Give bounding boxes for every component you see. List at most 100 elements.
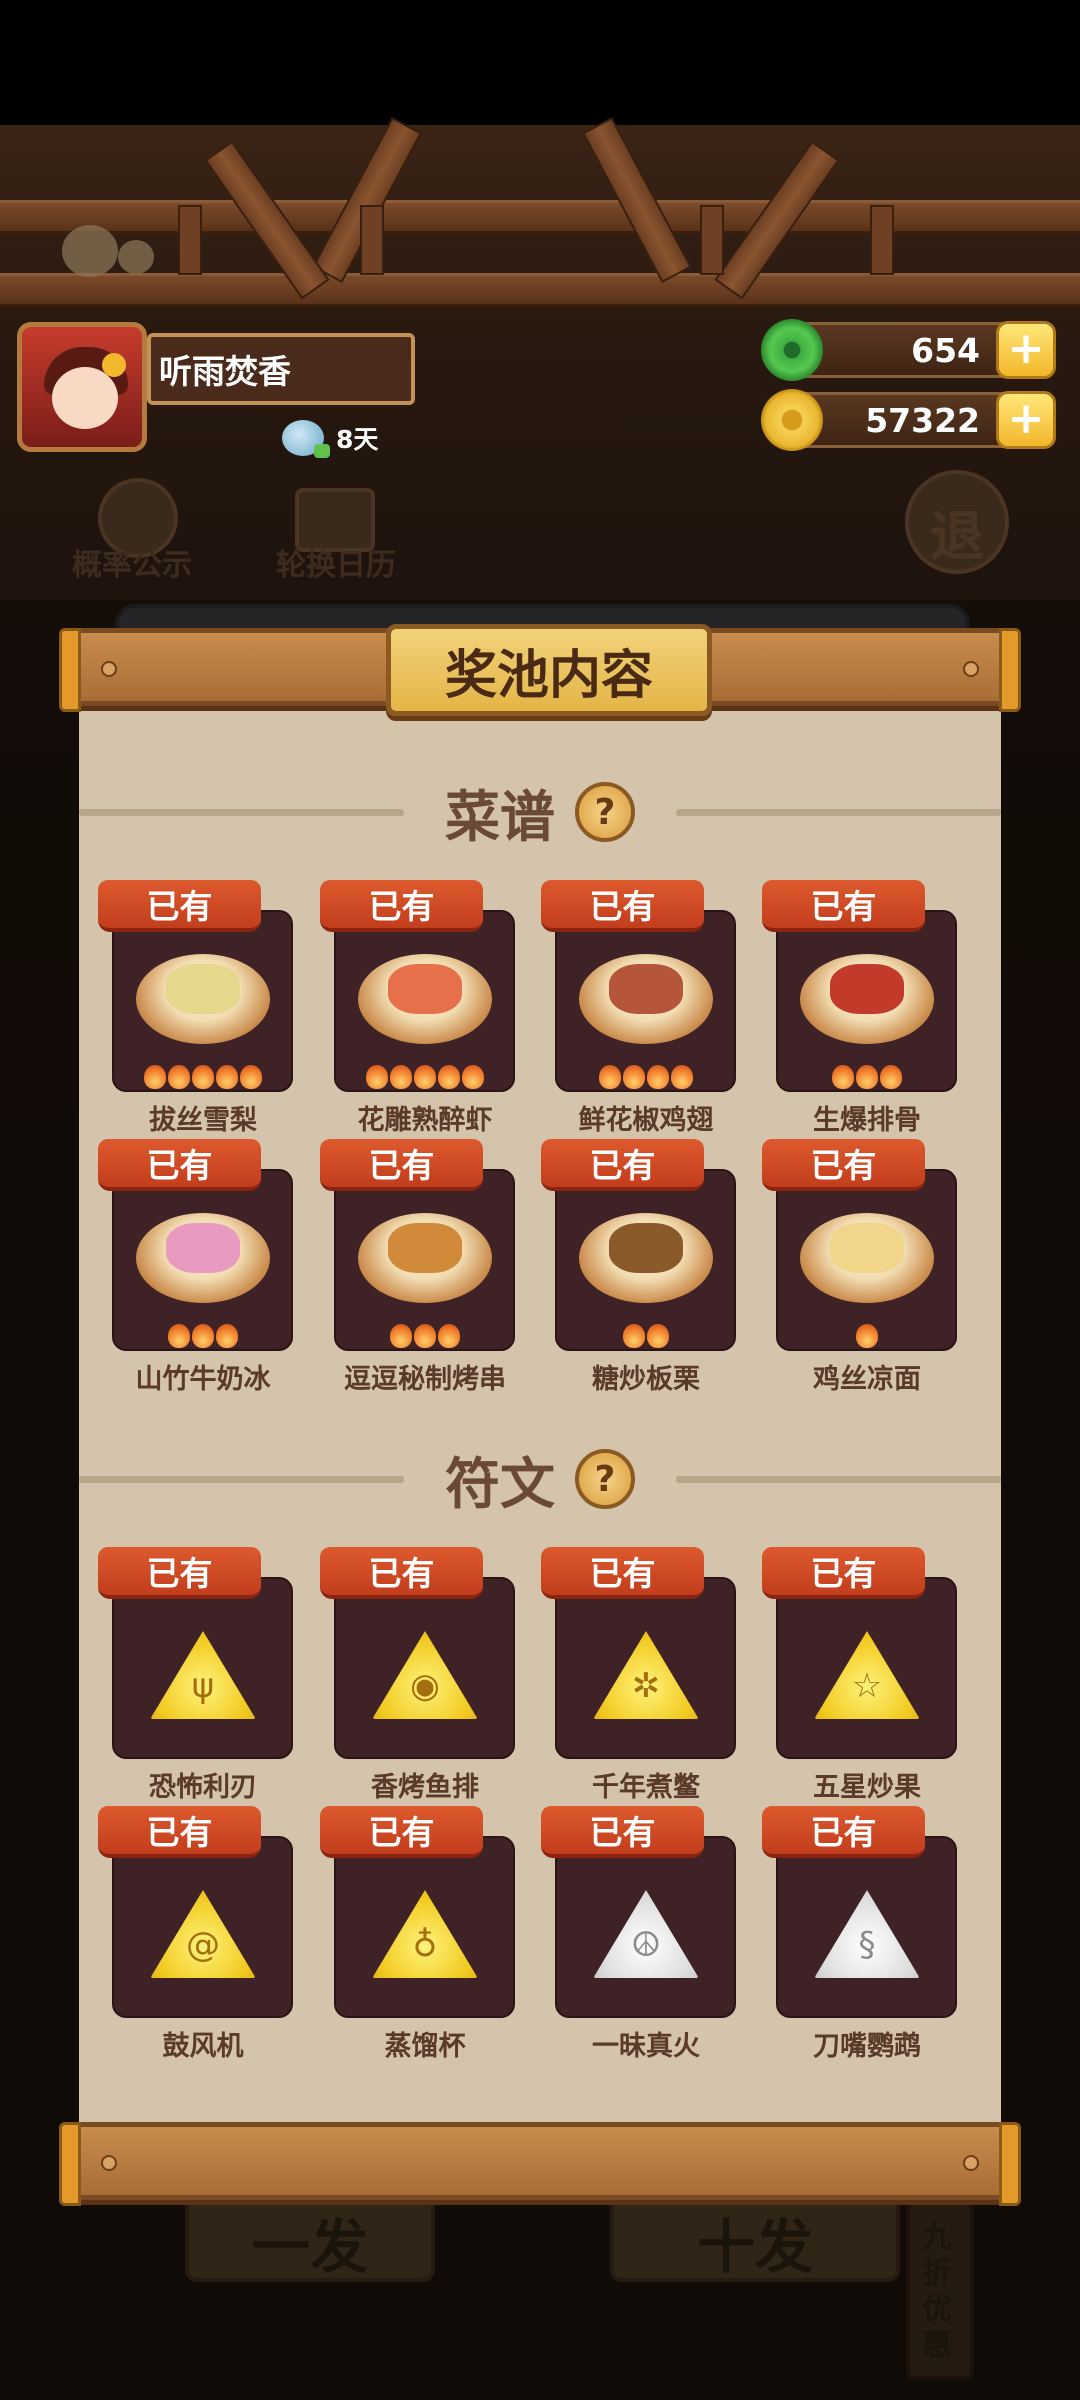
recipes-help-button[interactable]: ? (575, 782, 635, 842)
gold-coin-icon (761, 389, 823, 451)
flame-star-icon (390, 1324, 412, 1348)
rune-name: 刀嘴鹦鹉 (813, 2031, 921, 2062)
flame-star-icon (192, 1065, 214, 1089)
recipe-item[interactable]: 已有 生爆排骨 (762, 880, 962, 1140)
recipe-item[interactable]: 已有 鲜花椒鸡翅 (541, 880, 741, 1140)
player-avatar[interactable] (17, 322, 147, 452)
dish-icon (579, 1213, 713, 1303)
recipes-section-header: 菜谱 ? (79, 767, 1001, 857)
flame-star-icon (216, 1065, 238, 1089)
rune-item[interactable]: ◉ 已有 香烤鱼排 (320, 1547, 520, 1807)
flame-star-icon (438, 1324, 460, 1348)
dish-icon (579, 954, 713, 1044)
dish-icon (358, 954, 492, 1044)
owned-badge: 已有 (98, 1139, 261, 1191)
recipe-item[interactable]: 已有 鸡丝凉面 (762, 1139, 962, 1399)
food-icon (830, 1223, 904, 1273)
recipe-item[interactable]: 已有 逗逗秘制烤串 (320, 1139, 520, 1399)
recipe-item[interactable]: 已有 山竹牛奶冰 (98, 1139, 298, 1399)
recipe-name: 花雕熟醉虾 (357, 1105, 493, 1136)
owned-badge: 已有 (98, 880, 261, 932)
probability-label[interactable]: 概率公示 (72, 540, 192, 584)
flame-star-icon (623, 1324, 645, 1348)
rune-name: 五星炒果 (813, 1772, 921, 1803)
rune-icon: ✲ (591, 1627, 701, 1727)
owned-badge: 已有 (541, 1806, 704, 1858)
rune-item[interactable]: ψ 已有恐怖利刃 (98, 1547, 298, 1807)
owned-badge: 已有 (541, 1547, 704, 1599)
gold-amount: 57322 (865, 400, 980, 440)
star-rating (541, 1065, 751, 1089)
runes-help-button[interactable]: ? (575, 1449, 635, 1509)
jade-amount: 654 (911, 330, 980, 370)
roof-beam (0, 200, 1080, 234)
rune-name: 蒸馏杯 (384, 2031, 466, 2062)
avatar-face (52, 367, 118, 429)
rune-item[interactable]: @ 已有 鼓风机 (98, 1806, 298, 2066)
recipe-item[interactable]: 已有 花雕熟醉虾 (320, 880, 520, 1140)
dish-icon (136, 1213, 270, 1303)
divider (676, 1476, 1001, 1483)
flame-star-icon (192, 1324, 214, 1348)
rune-icon: ☆ (812, 1627, 922, 1727)
food-icon (388, 1223, 462, 1273)
rune-item[interactable]: ☮ 已有 一昧真火 (541, 1806, 741, 2066)
game-screen: 概率公示 轮换日历 退 一发 十发 九折优惠 听雨焚香 8天 654 + 573… (0, 0, 1080, 2400)
flame-star-icon (168, 1065, 190, 1089)
flame-star-icon (414, 1065, 436, 1089)
flame-star-icon (647, 1324, 669, 1348)
chick-decoration (62, 225, 118, 277)
recipe-item[interactable]: 已有糖炒板栗 (541, 1139, 741, 1399)
jade-icon (761, 319, 823, 381)
flame-star-icon (390, 1065, 412, 1089)
calendar-label[interactable]: 轮换日历 (276, 540, 396, 584)
food-icon (609, 964, 683, 1014)
nail-icon (963, 661, 979, 677)
star-rating (762, 1324, 972, 1348)
chick-decoration (118, 240, 154, 274)
recipe-name: 生爆排骨 (813, 1105, 921, 1136)
food-icon (388, 964, 462, 1014)
flame-star-icon (240, 1065, 262, 1089)
rune-item[interactable]: § 已有 刀嘴鹦鹉 (762, 1806, 962, 2066)
jade-currency: 654 + (761, 319, 1056, 381)
flame-star-icon (647, 1065, 669, 1089)
rune-item[interactable]: ✲ 已有 千年煮鳖 (541, 1547, 741, 1807)
star-rating (541, 1324, 751, 1348)
login-days: 8天 (282, 420, 378, 458)
rune-item[interactable]: ☆ 已有五星炒果 (762, 1547, 962, 1807)
rune-glyph: ◉ (410, 1666, 440, 1706)
food-icon (830, 964, 904, 1014)
add-gold-button[interactable]: + (996, 391, 1056, 449)
flame-star-icon (599, 1065, 621, 1089)
rune-glyph: ☆ (851, 1666, 883, 1706)
star-rating (762, 1065, 972, 1089)
owned-badge: 已有 (98, 1547, 261, 1599)
owned-badge: 已有 (541, 880, 704, 932)
owned-badge: 已有 (320, 1139, 483, 1191)
runes-section-header: 符文 ? (79, 1434, 1001, 1524)
bowl-icon (282, 420, 330, 458)
recipe-name: 糖炒板栗 (592, 1364, 700, 1395)
add-jade-button[interactable]: + (996, 321, 1056, 379)
rune-item[interactable]: ♁ 已有 蒸馏杯 (320, 1806, 520, 2066)
owned-badge: 已有 (98, 1806, 261, 1858)
rune-icon: ψ (148, 1627, 258, 1727)
rune-name: 一昧真火 (592, 2031, 700, 2062)
rune-name: 恐怖利刃 (149, 1772, 257, 1803)
owned-badge: 已有 (541, 1139, 704, 1191)
owned-badge: 已有 (320, 1547, 483, 1599)
flame-star-icon (366, 1065, 388, 1089)
dish-icon (136, 954, 270, 1044)
recipe-item[interactable]: 已有 拔丝雪梨 (98, 880, 298, 1140)
avatar-ornament (102, 353, 126, 377)
roof-post (700, 205, 724, 275)
runes-title: 符文 (444, 1452, 555, 1516)
roof-post (178, 205, 202, 275)
food-icon (166, 1223, 240, 1273)
exit-button[interactable]: 退 (905, 470, 1009, 574)
flame-star-icon (832, 1065, 854, 1089)
flame-star-icon (671, 1065, 693, 1089)
flame-star-icon (144, 1065, 166, 1089)
owned-badge: 已有 (762, 1547, 925, 1599)
